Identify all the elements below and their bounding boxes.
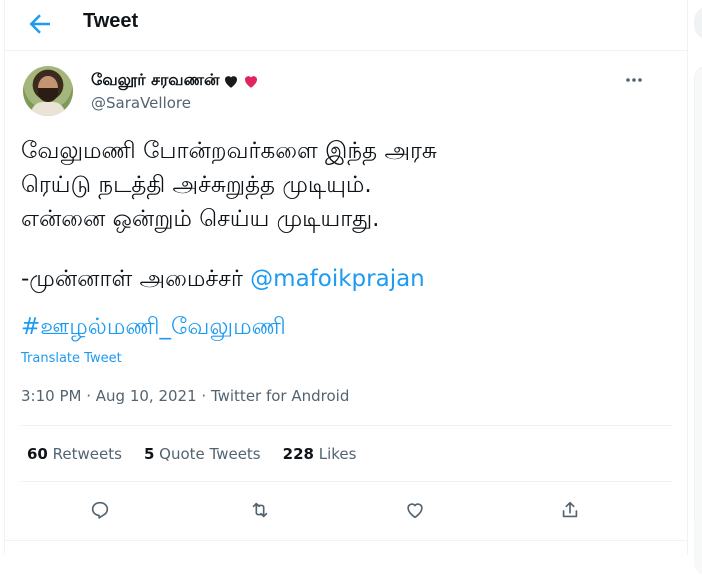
sidebar-card [694,515,702,575]
tweet-text: வேலுமணி போன்றவர்களை இந்த அரசு ரெய்டு நடத… [21,134,661,344]
like-button[interactable] [398,493,432,527]
back-button[interactable] [25,9,55,39]
meta-separator: · [81,387,96,405]
tweet-hashtag-line: #ஊழல்மணி_வேலுமணி [21,310,661,344]
avatar-beard [38,88,58,102]
user-handle[interactable]: @SaraVellore [91,94,191,112]
translate-tweet-link[interactable]: Translate Tweet [21,351,122,366]
reply-icon [91,501,109,519]
quote-tweets-label: Quote Tweets [159,445,261,463]
retweet-icon [252,502,268,518]
likes-count: 228 [282,445,314,463]
reply-button[interactable] [83,493,117,527]
hashtag-link[interactable]: #ஊழல்மணி_வேலுமணி [21,314,286,340]
meta-separator: · [196,387,211,405]
like-icon [407,503,423,519]
retweets-label: Retweets [52,445,122,463]
more-button[interactable] [623,70,645,90]
avatar-shirt [31,102,65,116]
stats-top-divider [21,425,673,426]
tweet-actions [5,493,687,527]
more-icon [626,78,642,82]
mention-link[interactable]: @mafoikprajan [250,266,425,292]
tweet-column: Tweet வேலூர் சரவணன் @SaraVellore வேலுமணி… [4,0,688,555]
avatar[interactable] [23,66,73,116]
quote-prefix: -முன்னாள் அமைச்சர் [21,266,251,292]
header-divider [5,50,687,51]
tweet-line: வேலுமணி போன்றவர்களை இந்த அரசு [21,138,437,164]
tweet-time[interactable]: 3:10 PM [21,387,81,405]
tweet-quote-line: -முன்னாள் அமைச்சர் @mafoikprajan [21,262,661,296]
tweet-date[interactable]: Aug 10, 2021 [96,387,197,405]
share-icon [562,501,578,518]
likes-label: Likes [318,445,357,463]
share-button[interactable] [553,493,587,527]
display-name-text: வேலூர் சரவணன் [91,70,220,89]
header: Tweet [5,0,687,48]
tweet-timestamp: 3:10 PM · Aug 10, 2021 · Twitter for And… [21,387,349,405]
black-heart-icon [224,75,237,88]
page-title: Tweet [83,10,139,32]
tweet-line: ரெய்டு நடத்தி அச்சுறுத்த முடியும். [21,172,372,198]
tweet-source[interactable]: Twitter for Android [211,387,349,405]
back-arrow-icon [29,14,50,34]
quote-tweets-count: 5 [143,445,155,463]
tweet-line: என்னை ஒன்றும் செய்ய முடியாது. [21,206,380,232]
likes-stat[interactable]: 228 Likes [283,445,357,463]
red-heart-icon [244,75,257,88]
sidebar-card [694,66,702,536]
retweets-count: 60 [27,445,48,463]
actions-bottom-divider [5,540,687,541]
tweet-stats: 60 Retweets 5 Quote Tweets 228 Likes [27,445,356,463]
display-name[interactable]: வேலூர் சரவணன் [91,70,260,91]
retweets-stat[interactable]: 60 Retweets [27,445,122,463]
stats-bottom-divider [21,481,673,482]
quote-tweets-stat[interactable]: 5 Quote Tweets [144,445,261,463]
retweet-button[interactable] [243,493,277,527]
